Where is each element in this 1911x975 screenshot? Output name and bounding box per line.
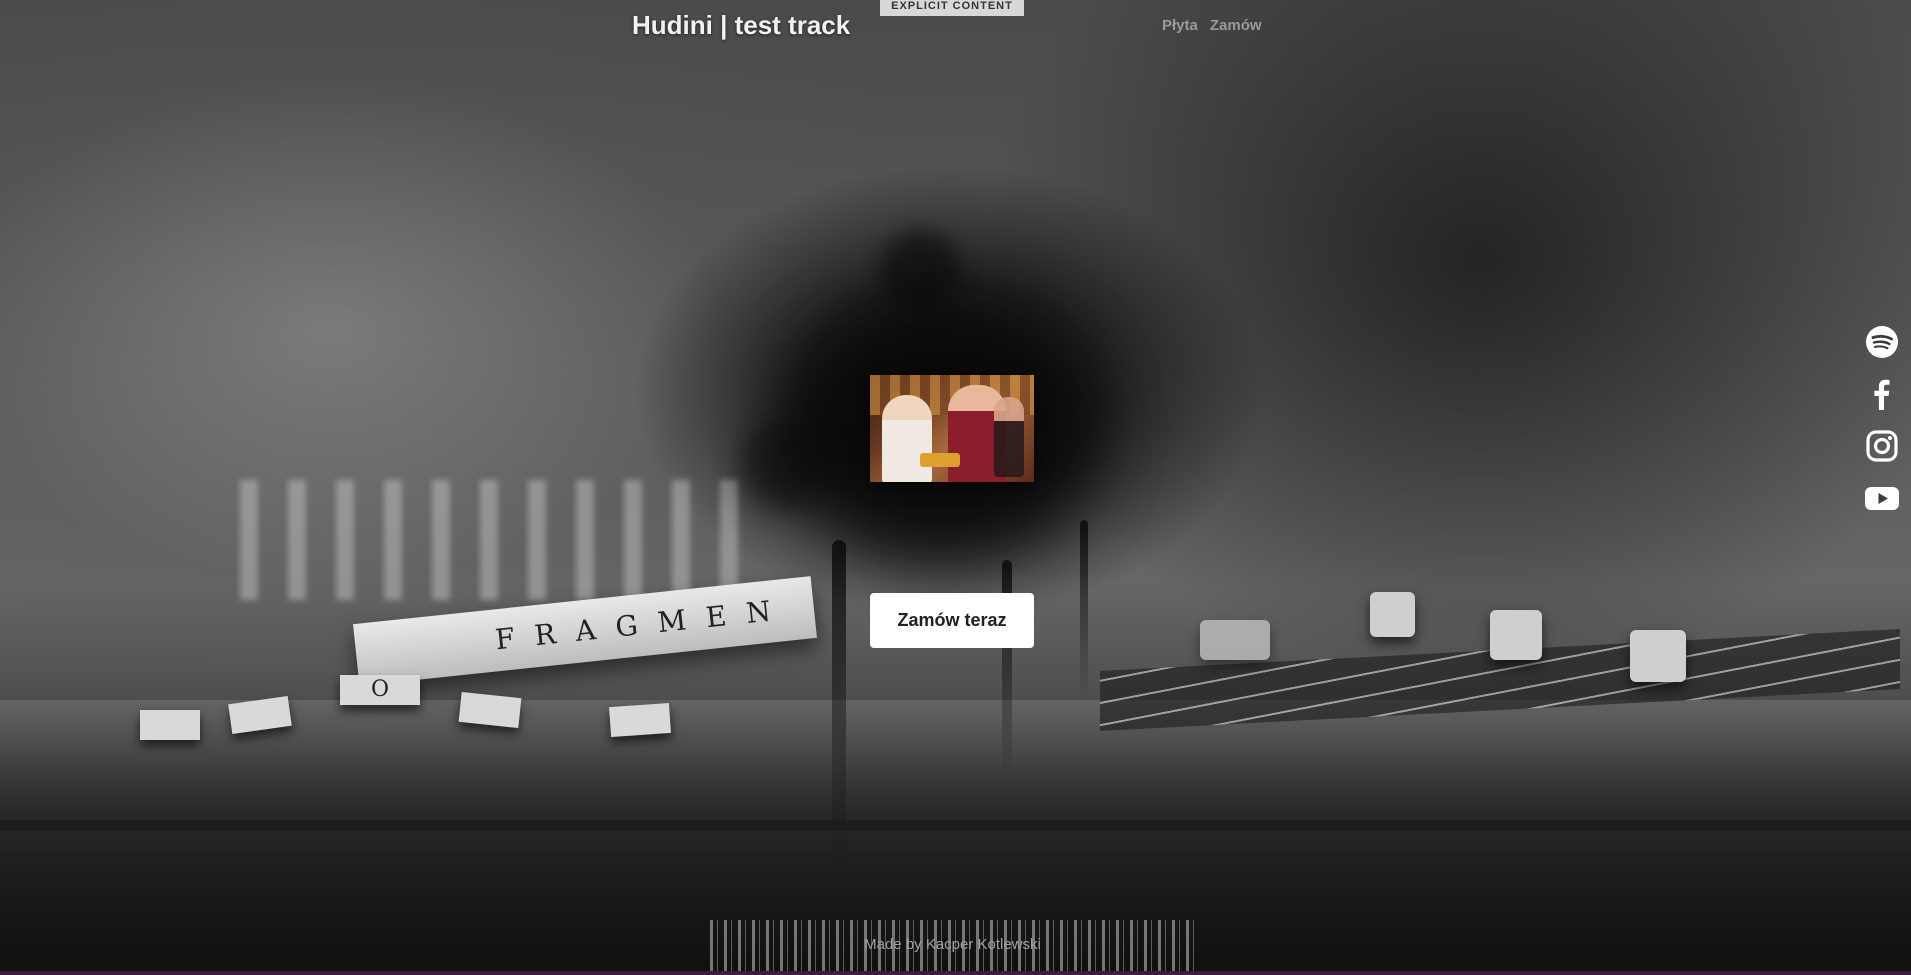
footer-credit: Made by Kacper Kotlewski xyxy=(864,936,1041,953)
background-die xyxy=(1200,620,1270,660)
explicit-content-badge: EXPLICIT CONTENT xyxy=(880,0,1024,16)
ink-drip xyxy=(1080,520,1088,700)
background-die xyxy=(1630,630,1686,682)
nav-link-plyta[interactable]: Płyta xyxy=(1162,17,1198,34)
cover-glass xyxy=(920,453,960,467)
page-background: FRAGMEN O EXPLICIT CONTENT Hudini | test… xyxy=(0,0,1911,975)
order-now-button[interactable]: Zamów teraz xyxy=(870,593,1034,648)
background-table-reflection xyxy=(0,700,1911,830)
nav-link-zamow[interactable]: Zamów xyxy=(1210,17,1262,34)
bottom-divider xyxy=(0,971,1911,975)
background-die xyxy=(1370,592,1415,637)
cover-person xyxy=(994,397,1024,477)
site-title[interactable]: Hudini | test track xyxy=(632,10,850,41)
main-nav: Płyta Zamów xyxy=(1162,17,1262,34)
background-die xyxy=(1490,610,1542,660)
cover-person xyxy=(882,395,932,482)
ink-splatter xyxy=(740,420,830,510)
instagram-icon[interactable] xyxy=(1864,428,1900,464)
background-chess-pieces xyxy=(240,480,760,600)
facebook-icon[interactable] xyxy=(1864,376,1900,412)
background-letter-tile: O xyxy=(340,675,420,705)
background-scrabble-rack: FRAGMEN xyxy=(353,576,817,686)
youtube-icon[interactable] xyxy=(1864,480,1900,516)
ink-drip xyxy=(832,540,846,880)
spotify-icon[interactable] xyxy=(1864,324,1900,360)
album-cover-image xyxy=(870,375,1034,482)
background-tiles: O xyxy=(140,660,840,740)
social-links xyxy=(1864,324,1900,532)
ink-splatter xyxy=(880,230,960,310)
